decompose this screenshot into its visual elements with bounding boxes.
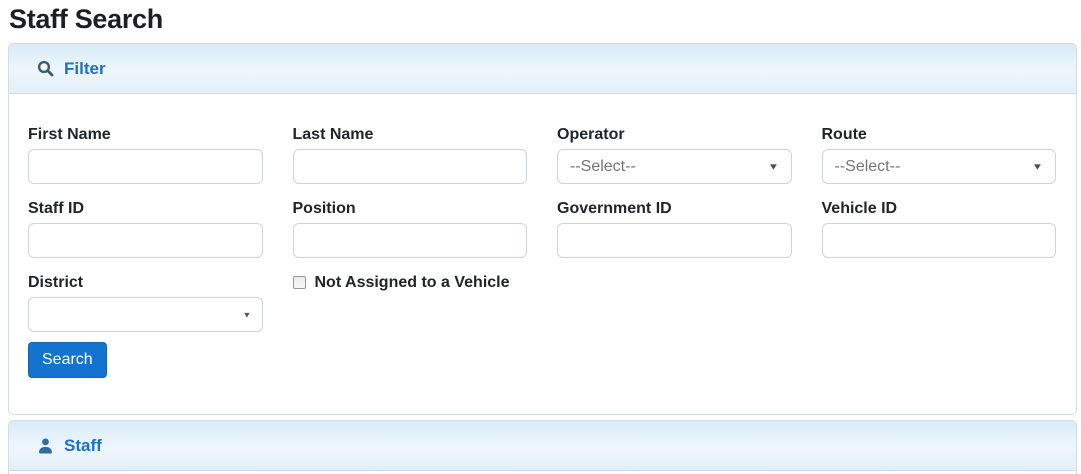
field-operator: Operator --Select-- ▼ bbox=[557, 126, 792, 184]
operator-select[interactable]: --Select-- ▼ bbox=[557, 149, 792, 184]
position-input[interactable] bbox=[293, 223, 528, 258]
first-name-input[interactable] bbox=[28, 149, 263, 184]
field-vehicle-id: Vehicle ID bbox=[822, 200, 1057, 258]
government-id-input[interactable] bbox=[557, 223, 792, 258]
chevron-down-icon: ▼ bbox=[767, 162, 779, 171]
search-icon bbox=[37, 60, 54, 77]
chevron-down-icon: ▼ bbox=[242, 310, 251, 319]
staff-id-label: Staff ID bbox=[28, 200, 263, 217]
staff-panel-header[interactable]: Staff bbox=[9, 421, 1076, 471]
route-select-value: --Select-- bbox=[835, 158, 901, 176]
vehicle-id-label: Vehicle ID bbox=[822, 200, 1057, 217]
grid-spacer bbox=[557, 274, 792, 332]
route-select[interactable]: --Select-- ▼ bbox=[822, 149, 1057, 184]
page-title: Staff Search bbox=[8, 0, 1077, 36]
field-first-name: First Name bbox=[28, 126, 263, 184]
government-id-label: Government ID bbox=[557, 200, 792, 217]
chevron-down-icon: ▼ bbox=[1032, 162, 1044, 171]
district-label: District bbox=[28, 274, 263, 291]
field-district: District ▼ bbox=[28, 274, 263, 332]
position-label: Position bbox=[293, 200, 528, 217]
grid-spacer bbox=[822, 274, 1057, 332]
filter-form-grid: First Name Last Name Operator --Select--… bbox=[28, 126, 1056, 332]
person-icon bbox=[37, 437, 54, 454]
field-route: Route --Select-- ▼ bbox=[822, 126, 1057, 184]
search-button[interactable]: Search bbox=[28, 342, 107, 378]
filter-panel-header[interactable]: Filter bbox=[9, 44, 1076, 94]
first-name-label: First Name bbox=[28, 126, 263, 143]
operator-select-value: --Select-- bbox=[570, 158, 636, 176]
field-government-id: Government ID bbox=[557, 200, 792, 258]
filter-panel-title: Filter bbox=[64, 59, 106, 79]
filter-panel-body: First Name Last Name Operator --Select--… bbox=[9, 94, 1076, 414]
last-name-input[interactable] bbox=[293, 149, 528, 184]
not-assigned-label: Not Assigned to a Vehicle bbox=[315, 274, 510, 291]
route-label: Route bbox=[822, 126, 1057, 143]
field-last-name: Last Name bbox=[293, 126, 528, 184]
staff-panel-title: Staff bbox=[64, 436, 102, 456]
staff-panel: Staff bbox=[8, 420, 1077, 474]
field-staff-id: Staff ID bbox=[28, 200, 263, 258]
vehicle-id-input[interactable] bbox=[822, 223, 1057, 258]
page: Staff Search Filter First Name Last Name bbox=[0, 0, 1081, 474]
not-assigned-checkbox[interactable] bbox=[293, 276, 306, 289]
operator-label: Operator bbox=[557, 126, 792, 143]
filter-panel: Filter First Name Last Name Operator --S… bbox=[8, 43, 1077, 415]
field-position: Position bbox=[293, 200, 528, 258]
last-name-label: Last Name bbox=[293, 126, 528, 143]
district-select[interactable]: ▼ bbox=[28, 297, 263, 332]
field-not-assigned-to-vehicle: Not Assigned to a Vehicle bbox=[293, 274, 528, 291]
staff-id-input[interactable] bbox=[28, 223, 263, 258]
